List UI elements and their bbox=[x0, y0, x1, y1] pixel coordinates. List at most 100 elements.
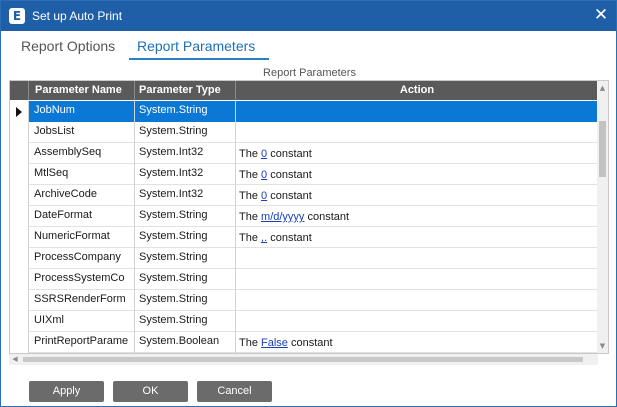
row-selector[interactable] bbox=[10, 227, 29, 248]
parameter-type-cell[interactable]: System.Boolean bbox=[135, 332, 236, 353]
parameter-name-cell[interactable]: JobNum bbox=[29, 101, 135, 122]
action-cell[interactable]: The 0 constant bbox=[236, 143, 599, 164]
row-selector-header bbox=[10, 81, 29, 100]
action-value-link[interactable]: m/d/yyyy bbox=[261, 211, 304, 223]
scroll-down-icon[interactable]: ▼ bbox=[597, 339, 608, 353]
row-selector[interactable] bbox=[10, 101, 29, 122]
cancel-button[interactable]: Cancel bbox=[197, 381, 272, 402]
close-button[interactable]: ✕ bbox=[586, 1, 616, 31]
parameter-type-cell[interactable]: System.String bbox=[135, 122, 236, 143]
action-cell[interactable]: The 0 constant bbox=[236, 185, 599, 206]
action-cell[interactable]: The False constant bbox=[236, 332, 599, 353]
action-prefix: The bbox=[239, 148, 258, 160]
parameter-type-cell[interactable]: System.Int32 bbox=[135, 164, 236, 185]
action-value-link[interactable]: ,. bbox=[261, 232, 267, 244]
row-selector[interactable] bbox=[10, 269, 29, 290]
row-selector[interactable] bbox=[10, 311, 29, 332]
table-row[interactable]: ProcessCompany System.String bbox=[10, 248, 599, 269]
action-cell[interactable]: The 0 constant bbox=[236, 164, 599, 185]
action-cell[interactable] bbox=[236, 311, 599, 332]
parameter-type-cell[interactable]: System.String bbox=[135, 311, 236, 332]
action-suffix: constant bbox=[270, 169, 312, 181]
tab-report-parameters[interactable]: Report Parameters bbox=[137, 38, 255, 54]
row-selector[interactable] bbox=[10, 248, 29, 269]
grid-caption: Report Parameters bbox=[263, 67, 356, 79]
window-title: Set up Auto Print bbox=[32, 9, 123, 23]
action-suffix: constant bbox=[270, 148, 312, 160]
action-suffix: constant bbox=[270, 190, 312, 202]
action-prefix: The bbox=[239, 337, 258, 349]
parameter-type-cell[interactable]: System.String bbox=[135, 101, 236, 122]
action-prefix: The bbox=[239, 190, 258, 202]
parameter-name-cell[interactable]: DateFormat bbox=[29, 206, 135, 227]
table-row[interactable]: UIXml System.String bbox=[10, 311, 599, 332]
parameter-type-cell[interactable]: System.String bbox=[135, 206, 236, 227]
parameter-type-cell[interactable]: System.Int32 bbox=[135, 185, 236, 206]
row-selector[interactable] bbox=[10, 206, 29, 227]
parameter-type-cell[interactable]: System.String bbox=[135, 269, 236, 290]
parameters-grid: Parameter Name Parameter Type Action Job… bbox=[9, 80, 609, 354]
parameter-name-cell[interactable]: AssemblySeq bbox=[29, 143, 135, 164]
action-cell[interactable] bbox=[236, 122, 599, 143]
row-selector[interactable] bbox=[10, 143, 29, 164]
column-header-parameter-name[interactable]: Parameter Name bbox=[29, 81, 135, 100]
scroll-left-icon[interactable]: ◀ bbox=[9, 354, 21, 365]
apply-button[interactable]: Apply bbox=[29, 381, 104, 402]
ok-button[interactable]: OK bbox=[113, 381, 188, 402]
table-row[interactable]: JobsList System.String bbox=[10, 122, 599, 143]
action-suffix: constant bbox=[291, 337, 333, 349]
parameter-name-cell[interactable]: UIXml bbox=[29, 311, 135, 332]
action-cell[interactable]: The ,. constant bbox=[236, 227, 599, 248]
scroll-up-icon[interactable]: ▲ bbox=[597, 81, 608, 95]
row-selector[interactable] bbox=[10, 185, 29, 206]
action-cell[interactable] bbox=[236, 101, 599, 122]
parameter-name-cell[interactable]: ProcessSystemCo bbox=[29, 269, 135, 290]
row-selector[interactable] bbox=[10, 164, 29, 185]
current-row-arrow-icon bbox=[16, 107, 22, 117]
table-row[interactable]: DateFormat System.String The m/d/yyyy cons… bbox=[10, 206, 599, 227]
parameter-name-cell[interactable]: SSRSRenderForm bbox=[29, 290, 135, 311]
action-value-link[interactable]: 0 bbox=[261, 190, 267, 202]
table-row[interactable]: JobNum System.String bbox=[10, 101, 599, 122]
action-cell[interactable] bbox=[236, 269, 599, 290]
row-selector[interactable] bbox=[10, 290, 29, 311]
action-suffix: constant bbox=[270, 232, 312, 244]
action-cell[interactable] bbox=[236, 290, 599, 311]
horizontal-scrollbar-thumb[interactable] bbox=[23, 357, 583, 362]
vertical-scrollbar[interactable]: ▲ ▼ bbox=[597, 81, 608, 353]
title-bar: Set up Auto Print ✕ bbox=[1, 1, 616, 31]
scrollbar-thumb[interactable] bbox=[599, 121, 606, 177]
action-suffix: constant bbox=[307, 211, 350, 223]
column-header-parameter-type[interactable]: Parameter Type bbox=[135, 81, 236, 100]
parameter-name-cell[interactable]: PrintReportParame bbox=[29, 332, 135, 353]
action-cell[interactable]: The m/d/yyyy constant bbox=[236, 206, 599, 227]
dialog-window: Set up Auto Print ✕ Report Options Repor… bbox=[0, 0, 617, 407]
action-value-link[interactable]: False bbox=[261, 337, 288, 349]
parameter-name-cell[interactable]: ProcessCompany bbox=[29, 248, 135, 269]
action-prefix: The bbox=[239, 211, 258, 223]
row-selector[interactable] bbox=[10, 332, 29, 353]
table-row[interactable]: ArchiveCode System.Int32 The 0 constant bbox=[10, 185, 599, 206]
parameter-name-cell[interactable]: JobsList bbox=[29, 122, 135, 143]
parameter-type-cell[interactable]: System.String bbox=[135, 227, 236, 248]
action-value-link[interactable]: 0 bbox=[261, 148, 267, 160]
table-row[interactable]: SSRSRenderForm System.String bbox=[10, 290, 599, 311]
horizontal-scrollbar[interactable]: ◀ bbox=[9, 354, 598, 365]
action-cell[interactable] bbox=[236, 248, 599, 269]
parameter-type-cell[interactable]: System.String bbox=[135, 248, 236, 269]
parameter-type-cell[interactable]: System.String bbox=[135, 290, 236, 311]
table-row[interactable]: PrintReportParame System.Boolean The False… bbox=[10, 332, 599, 353]
row-selector[interactable] bbox=[10, 122, 29, 143]
parameter-name-cell[interactable]: ArchiveCode bbox=[29, 185, 135, 206]
table-row[interactable]: NumericFormat System.String The ,. constan… bbox=[10, 227, 599, 248]
parameter-type-cell[interactable]: System.Int32 bbox=[135, 143, 236, 164]
table-row[interactable]: ProcessSystemCo System.String bbox=[10, 269, 599, 290]
column-header-action[interactable]: Action bbox=[236, 81, 599, 100]
table-row[interactable]: AssemblySeq System.Int32 The 0 constant bbox=[10, 143, 599, 164]
tab-report-options[interactable]: Report Options bbox=[21, 38, 115, 54]
parameter-name-cell[interactable]: MtlSeq bbox=[29, 164, 135, 185]
action-value-link[interactable]: 0 bbox=[261, 169, 267, 181]
table-row[interactable]: MtlSeq System.Int32 The 0 constant bbox=[10, 164, 599, 185]
app-logo-icon bbox=[9, 8, 25, 24]
parameter-name-cell[interactable]: NumericFormat bbox=[29, 227, 135, 248]
